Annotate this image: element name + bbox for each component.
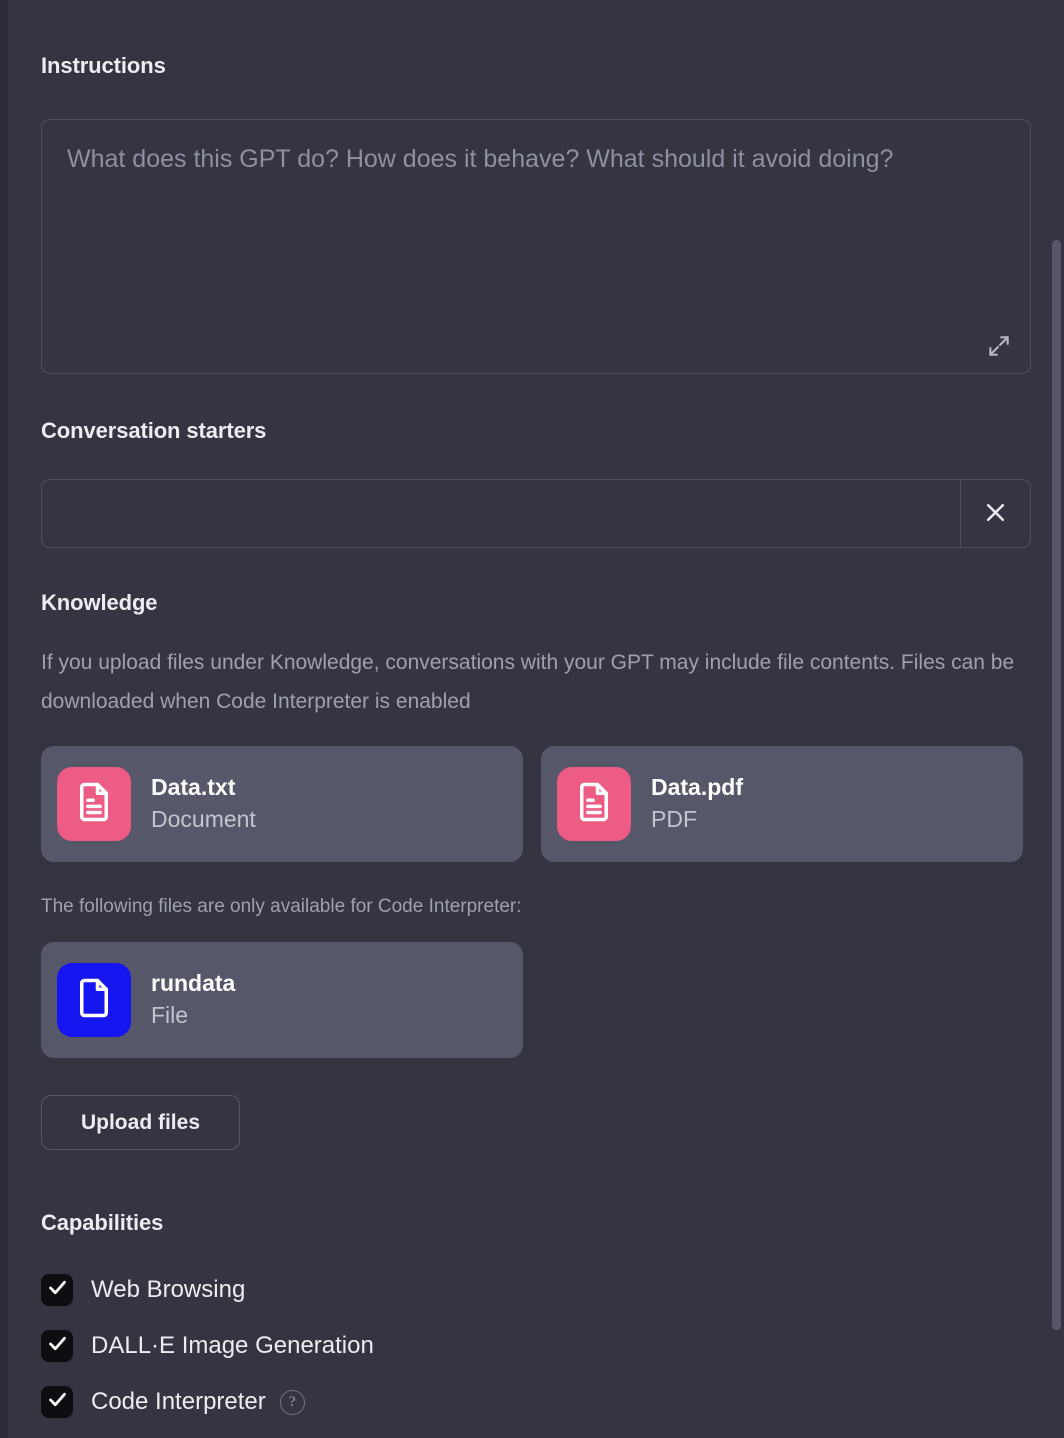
configure-form: Instructions What does this GPT do? How …: [8, 0, 1064, 1438]
checkbox-dalle-image-generation[interactable]: [41, 1330, 73, 1362]
code-interpreter-file-card[interactable]: rundata File: [41, 942, 523, 1058]
code-interpreter-files-note: The following files are only available f…: [41, 896, 522, 917]
capability-row-dalle-image-generation[interactable]: DALL·E Image Generation: [41, 1318, 641, 1374]
vertical-scrollbar-thumb[interactable]: [1052, 240, 1061, 1330]
help-question-icon[interactable]: ?: [279, 1389, 305, 1415]
document-lines-icon: [573, 781, 615, 828]
file-name: rundata: [151, 970, 236, 996]
checkbox-code-interpreter[interactable]: [41, 1386, 73, 1418]
document-plain-icon: [73, 977, 115, 1024]
conversation-starter-clear-button[interactable]: [960, 480, 1030, 547]
file-icon-background: [557, 767, 631, 841]
file-type: Document: [151, 806, 256, 832]
capability-row-code-interpreter[interactable]: Code Interpreter ?: [41, 1374, 641, 1430]
file-icon-background: [57, 963, 131, 1037]
capabilities-list: Web Browsing DALL·E Image Generation Cod…: [41, 1262, 641, 1430]
capabilities-section: Capabilities Web Browsing DALL·E Image G…: [41, 1210, 641, 1430]
capability-label: DALL·E Image Generation: [91, 1332, 374, 1359]
file-meta: Data.pdf PDF: [651, 772, 743, 836]
file-icon-background: [57, 767, 131, 841]
file-meta: rundata File: [151, 968, 235, 1032]
capability-label: Code Interpreter: [91, 1388, 266, 1415]
file-type: File: [151, 1002, 189, 1028]
instructions-section: Instructions What does this GPT do? How …: [41, 53, 1031, 374]
knowledge-file-list: Data.txt Document Data.pdf PDF: [41, 746, 1023, 862]
knowledge-description: If you upload files under Knowledge, con…: [41, 651, 1015, 713]
knowledge-file-card[interactable]: Data.pdf PDF: [541, 746, 1023, 862]
vertical-scrollbar-track[interactable]: [1050, 0, 1064, 1438]
conversation-starter-row: [41, 479, 1031, 548]
instructions-heading: Instructions: [41, 53, 166, 78]
capabilities-heading: Capabilities: [41, 1210, 164, 1235]
check-icon: [47, 1333, 68, 1359]
check-icon: [47, 1277, 68, 1303]
file-meta: Data.txt Document: [151, 772, 256, 836]
document-lines-icon: [73, 781, 115, 828]
knowledge-file-card[interactable]: Data.txt Document: [41, 746, 523, 862]
checkbox-web-browsing[interactable]: [41, 1274, 73, 1306]
expand-arrows-icon[interactable]: [986, 333, 1012, 359]
knowledge-heading: Knowledge: [41, 590, 158, 615]
knowledge-section: Knowledge If you upload files under Know…: [41, 590, 1031, 721]
close-icon: [983, 500, 1008, 528]
file-type: PDF: [651, 806, 697, 832]
instructions-placeholder: What does this GPT do? How does it behav…: [67, 145, 894, 173]
upload-files-button[interactable]: Upload files: [41, 1095, 240, 1150]
capability-label: Web Browsing: [91, 1276, 246, 1303]
conversation-starters-section: Conversation starters: [41, 418, 1031, 548]
conversation-starters-heading: Conversation starters: [41, 418, 267, 443]
code-interpreter-file-list: rundata File: [41, 942, 523, 1058]
file-name: Data.txt: [151, 774, 236, 800]
capability-row-web-browsing[interactable]: Web Browsing: [41, 1262, 641, 1318]
file-name: Data.pdf: [651, 774, 743, 800]
gpt-builder-configure-panel: Instructions What does this GPT do? How …: [0, 0, 1064, 1438]
left-gutter: [0, 0, 8, 1438]
check-icon: [47, 1389, 68, 1415]
conversation-starter-input[interactable]: [42, 480, 960, 547]
instructions-textarea-container[interactable]: What does this GPT do? How does it behav…: [41, 119, 1031, 374]
